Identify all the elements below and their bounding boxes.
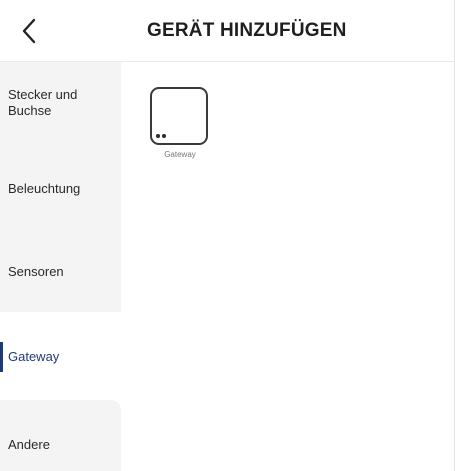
sidebar-item-sensoren[interactable]: Sensoren [8,264,64,280]
device-tile-gateway[interactable]: Gateway [150,87,210,159]
category-group-top: Stecker und Buchse Beleuchtung Sensoren [0,62,121,312]
sidebar-item-gateway[interactable]: Gateway [0,318,121,398]
sidebar-item-andere[interactable]: Andere [0,400,121,471]
back-button[interactable] [14,14,44,48]
chevron-left-icon [22,18,36,44]
sidebar-item-beleuchtung[interactable]: Beleuchtung [8,181,80,197]
device-label: Gateway [164,150,196,159]
sidebar-item-label: Andere [8,437,50,452]
app-window: GERÄT HINZUFÜGEN Stecker und Buchse Bele… [0,0,455,471]
header-bar: GERÄT HINZUFÜGEN [0,0,455,62]
sidebar-item-label: Gateway [8,349,60,364]
category-sidebar: Stecker und Buchse Beleuchtung Sensoren … [0,62,121,471]
active-indicator [0,342,3,372]
sidebar-item-stecker-und-buchse[interactable]: Stecker und Buchse [8,87,77,119]
page-title: GERÄT HINZUFÜGEN [147,20,347,41]
gateway-device-icon [150,87,208,145]
